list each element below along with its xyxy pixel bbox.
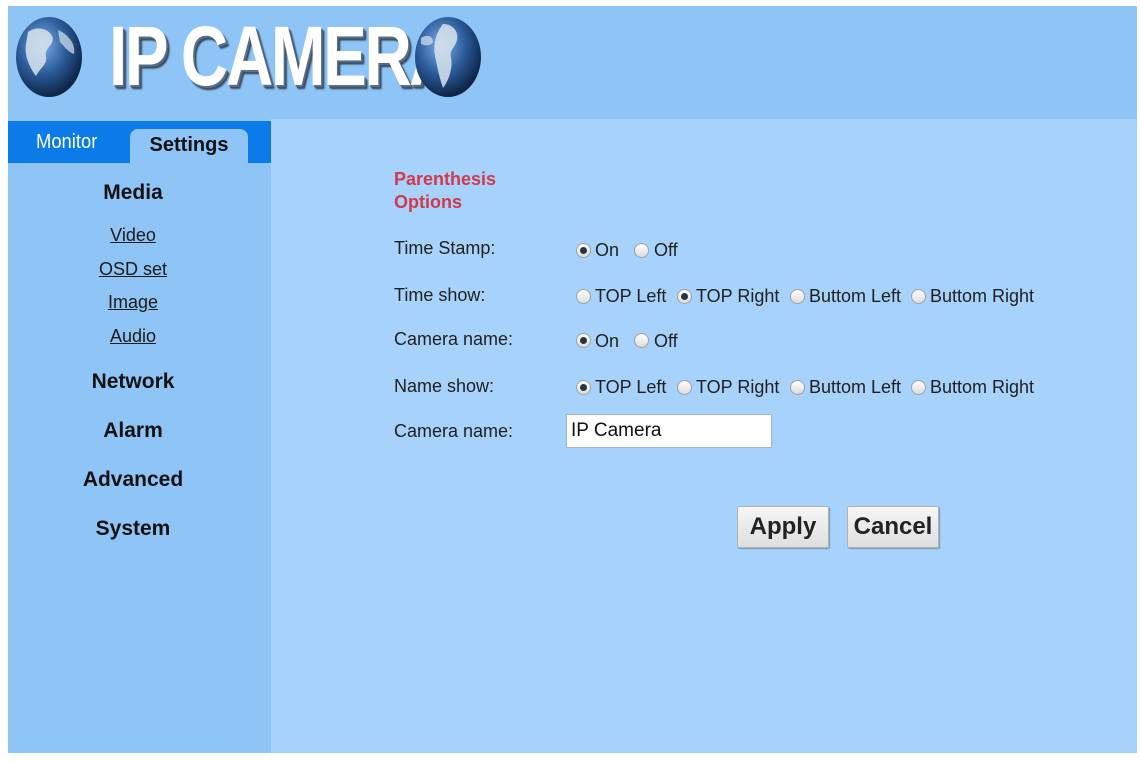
logo-text: IP CAMERA [109,9,457,103]
time-stamp-on-radio[interactable] [576,243,591,258]
sidebar: Monitor Settings Media Video OSD set Ima… [8,119,271,753]
name-show-top-left-label[interactable]: TOP Left [595,377,666,398]
camera-name-field-label: Camera name: [394,421,514,441]
name-show-top-left-radio[interactable] [576,380,591,395]
tab-bar: Monitor Settings [8,121,271,163]
time-stamp-off-label[interactable]: Off [654,240,678,261]
globe-icon [415,17,481,97]
sidebar-item-advanced[interactable]: Advanced [8,468,258,492]
cancel-button[interactable]: Cancel [847,506,939,548]
time-stamp-label: Time Stamp: [394,238,496,258]
name-show-label: Name show: [394,376,495,396]
name-show-buttom-right-radio[interactable] [911,380,926,395]
app-frame: IP CAMERA Monitor Settings Media Video O… [8,6,1137,753]
apply-button[interactable]: Apply [737,506,829,548]
name-show-top-right-label[interactable]: TOP Right [696,377,779,398]
settings-panel: Parenthesis Options Time Stamp: On Off T… [271,119,1137,753]
camera-name-off-label[interactable]: Off [654,331,678,352]
time-show-buttom-right-radio[interactable] [911,289,926,304]
sidebar-item-audio[interactable]: Audio [8,326,258,347]
name-show-buttom-left-label[interactable]: Buttom Left [809,377,901,398]
tab-monitor[interactable]: Monitor [36,121,97,163]
sidebar-item-media[interactable]: Media [8,181,258,205]
camera-name-on-label[interactable]: On [595,331,619,352]
time-stamp-off-radio[interactable] [634,243,649,258]
camera-name-toggle-label: Camera name: [394,329,514,349]
time-show-label: Time show: [394,285,486,305]
name-show-buttom-left-radio[interactable] [790,380,805,395]
time-show-top-right-radio[interactable] [677,289,692,304]
header-banner: IP CAMERA [8,6,1137,119]
time-show-top-right-label[interactable]: TOP Right [696,286,779,307]
sidebar-item-system[interactable]: System [8,517,258,541]
camera-name-on-radio[interactable] [576,333,591,348]
name-show-buttom-right-label[interactable]: Buttom Right [930,377,1034,398]
time-stamp-on-label[interactable]: On [595,240,619,261]
sidebar-item-network[interactable]: Network [8,370,258,394]
globe-icon [16,17,82,97]
time-show-buttom-right-label[interactable]: Buttom Right [930,286,1034,307]
sidebar-item-osd-set[interactable]: OSD set [8,259,258,280]
sidebar-item-image[interactable]: Image [8,292,258,313]
section-title: Parenthesis Options [394,169,497,212]
time-show-top-left-label[interactable]: TOP Left [595,286,666,307]
tab-settings[interactable]: Settings [130,129,248,163]
camera-name-input[interactable] [566,414,772,448]
name-show-top-right-radio[interactable] [677,380,692,395]
sidebar-item-video[interactable]: Video [8,225,258,246]
time-show-buttom-left-radio[interactable] [790,289,805,304]
time-show-buttom-left-label[interactable]: Buttom Left [809,286,901,307]
sidebar-item-alarm[interactable]: Alarm [8,419,258,443]
camera-name-off-radio[interactable] [634,333,649,348]
time-show-top-left-radio[interactable] [576,289,591,304]
